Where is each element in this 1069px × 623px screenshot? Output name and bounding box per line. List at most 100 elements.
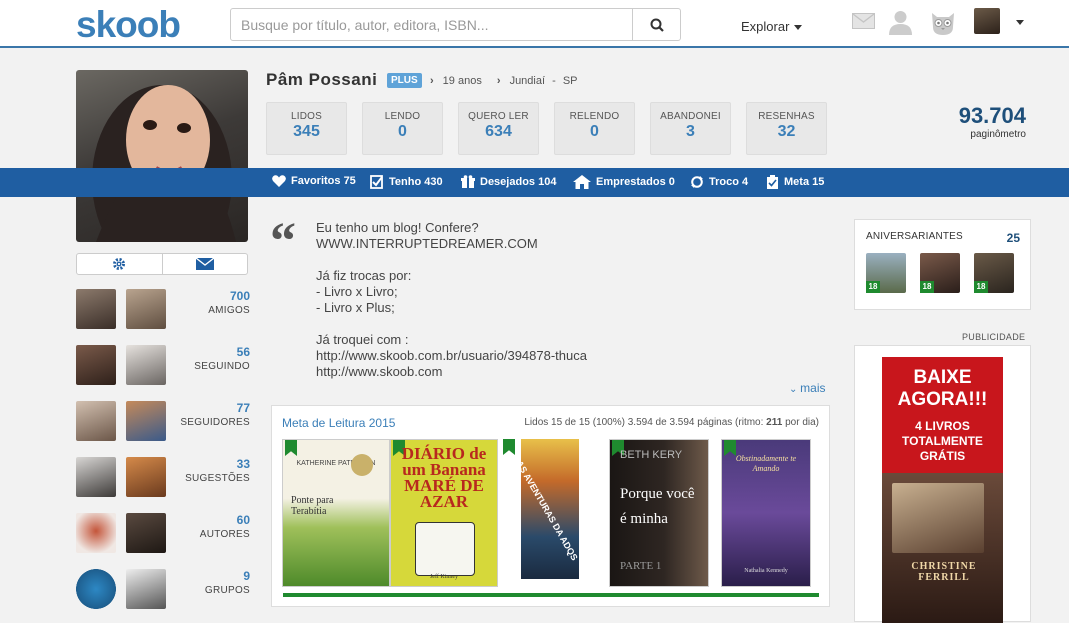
chevron-right-icon: › <box>496 75 501 87</box>
avatar[interactable]: 18 <box>974 253 1014 293</box>
reading-goal-title[interactable]: Meta de Leitura 2015 <box>282 416 395 430</box>
shelf-label: Meta 15 <box>784 176 825 188</box>
stat-label: ABANDONEI <box>660 111 721 122</box>
stat-value: 0 <box>590 123 599 140</box>
sidebar-count: 9 <box>243 569 250 583</box>
stat-lendo[interactable]: LENDO 0 <box>362 102 443 155</box>
sidebar-item-grupos[interactable]: 9 GRUPOS <box>76 569 250 615</box>
ad-headline-box: BAIXE AGORA!!! 4 LIVROS TOTALMENTE GRÁTI… <box>882 357 1003 473</box>
sidebar-label: GRUPOS <box>204 585 250 596</box>
message-button[interactable] <box>163 254 248 274</box>
user-icon[interactable] <box>887 9 914 36</box>
sidebar-label: SEGUIDORES <box>180 417 250 428</box>
shelf-favoritos[interactable]: Favoritos 75 <box>272 175 356 187</box>
avatar <box>126 289 166 329</box>
avatar <box>126 457 166 497</box>
avatar <box>126 345 166 385</box>
stat-value: 3 <box>686 123 695 140</box>
reading-goal-box: Meta de Leitura 2015 Lidos 15 de 15 (100… <box>271 405 830 607</box>
sidebar-count: 700 <box>229 289 250 303</box>
shelf-desejados[interactable]: Desejados 104 <box>461 175 556 189</box>
shelf-label: Desejados 104 <box>480 176 557 188</box>
book-cover[interactable]: KATHERINE PATERSON Ponte para Terabítia <box>282 439 390 587</box>
reading-goal-info-text: Lidos 15 de 15 (100%) 3.594 de 3.594 pág… <box>524 417 767 428</box>
profile-state: SP <box>562 75 578 87</box>
stat-value: 32 <box>777 123 796 140</box>
chevron-down-icon: ⌄ <box>789 384 801 395</box>
search-input[interactable] <box>231 9 631 40</box>
book-cover[interactable]: DIÁRIO de um Banana MARÉ DE AZAR Jeff Ki… <box>390 439 498 587</box>
stat-relendo[interactable]: RELENDO 0 <box>554 102 635 155</box>
reading-goal-info-suffix: por dia) <box>782 417 819 428</box>
book-title: Obstinadamente te Amando <box>735 454 797 473</box>
sidebar-item-autores[interactable]: 60 AUTORES <box>76 513 250 559</box>
book-cover[interactable]: Obstinadamente te Amando Nathalia Kenned… <box>721 439 811 587</box>
ad-book-author: CHRISTINE FERRILL <box>911 561 977 583</box>
owl-icon[interactable] <box>929 9 957 37</box>
birthdays-count[interactable]: 25 <box>1007 231 1020 245</box>
avatar <box>126 513 166 553</box>
stat-value: 345 <box>293 123 320 140</box>
avatar <box>76 345 116 385</box>
shelf-emprestados[interactable]: Emprestados 0 <box>573 175 675 189</box>
avatar <box>126 401 166 441</box>
paginometro: 93.704 paginômetro <box>930 103 1026 140</box>
book-cover[interactable]: AS AVENTURAS DA ADQS <box>499 439 579 587</box>
avatar[interactable]: 18 <box>920 253 960 293</box>
stat-value: 634 <box>485 123 512 140</box>
sidebar-item-seguidores[interactable]: 77 SEGUIDORES <box>76 401 250 447</box>
sidebar-item-sugestoes[interactable]: 33 SUGESTÕES <box>76 457 250 503</box>
shelf-label: Troco 4 <box>709 176 749 188</box>
mail-icon[interactable] <box>852 13 875 29</box>
gift-icon <box>461 175 475 188</box>
reading-goal-info: Lidos 15 de 15 (100%) 3.594 de 3.594 pág… <box>524 417 819 428</box>
paginometro-label: paginômetro <box>970 129 1026 140</box>
envelope-icon <box>195 258 214 270</box>
exchange-icon <box>691 176 703 188</box>
sidebar-count: 77 <box>236 401 250 415</box>
settings-button[interactable] <box>77 254 163 274</box>
skoob-logo[interactable]: skoob <box>76 4 181 46</box>
profile-photo <box>76 70 248 242</box>
stat-quero-ler[interactable]: QUERO LER 634 <box>458 102 539 155</box>
book-cover[interactable]: BETH KERY Porque você é minha PARTE 1 <box>609 439 709 587</box>
search-button[interactable] <box>632 9 680 40</box>
chevron-down-icon[interactable] <box>1016 20 1024 25</box>
stat-lidos[interactable]: LIDOS 345 <box>266 102 347 155</box>
sidebar-item-seguindo[interactable]: 56 SEGUINDO <box>76 345 250 391</box>
sidebar-item-amigos[interactable]: 700 AMIGOS <box>76 289 250 335</box>
avatar <box>76 289 116 329</box>
stat-resenhas[interactable]: RESENHAS 32 <box>746 102 827 155</box>
clipboard-icon <box>767 175 778 189</box>
house-icon <box>573 175 591 189</box>
book-author: Nathalia Kennedy <box>744 568 788 574</box>
book-title: Porque você é minha <box>620 486 695 527</box>
avatar[interactable]: 18 <box>866 253 906 293</box>
shelf-troco[interactable]: Troco 4 <box>690 175 748 189</box>
stat-abandonei[interactable]: ABANDONEI 3 <box>650 102 731 155</box>
paginometro-value: 93.704 <box>958 103 1026 128</box>
profile-actions <box>76 253 248 275</box>
shelf-meta[interactable]: Meta 15 <box>766 175 824 189</box>
book-title: DIÁRIO de um Banana MARÉ DE AZAR <box>401 444 487 511</box>
profile-meta: › 19 anos › Jundiaí - SP <box>430 75 578 87</box>
book-subtitle: PARTE 1 <box>620 560 662 572</box>
ad-banner[interactable]: BAIXE AGORA!!! 4 LIVROS TOTALMENTE GRÁTI… <box>854 345 1031 623</box>
ad-headline: BAIXE AGORA!!! <box>897 367 988 410</box>
search-icon <box>650 18 664 32</box>
explorar-menu[interactable]: Explorar <box>741 19 803 34</box>
user-avatar[interactable] <box>974 8 1000 34</box>
age-badge: 18 <box>866 281 880 293</box>
avatar <box>76 401 116 441</box>
stat-label: LENDO <box>384 111 421 122</box>
chevron-down-icon <box>794 25 803 31</box>
profile-name: Pâm Possani <box>266 70 378 89</box>
shelf-label: Favoritos 75 <box>291 175 356 187</box>
age-badge: 18 <box>974 281 988 293</box>
plus-badge: PLUS <box>387 73 422 88</box>
stat-label: QUERO LER <box>468 111 529 122</box>
shelf-tenho[interactable]: Tenho 430 <box>370 175 443 189</box>
profile-bio: Eu tenho um blog! Confere? WWW.INTERRUPT… <box>316 220 587 379</box>
book-title: Ponte para Terabítia <box>291 495 334 517</box>
more-link[interactable]: ⌄ mais <box>789 381 826 395</box>
